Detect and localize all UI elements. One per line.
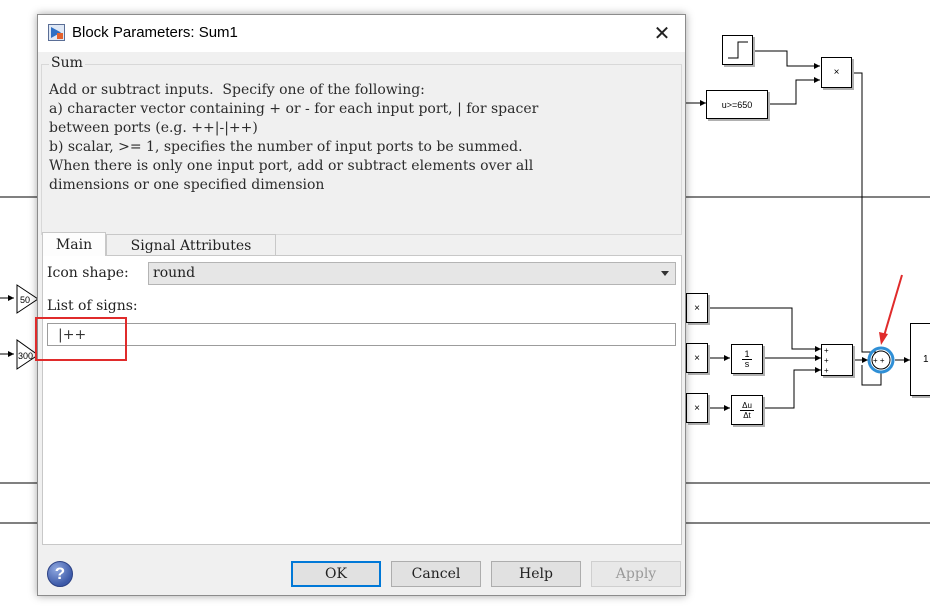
dialog-titlebar[interactable]: Block Parameters: Sum1 ✕ bbox=[38, 15, 685, 52]
sum-block[interactable]: + + + bbox=[821, 344, 853, 376]
sum-sign-3: + bbox=[824, 366, 829, 375]
integrator-numerator: 1 bbox=[742, 348, 752, 360]
derivative-block[interactable]: Δu Δt bbox=[731, 395, 763, 425]
integrator-denominator: s bbox=[744, 358, 750, 369]
gain-300-label: 300 bbox=[18, 351, 33, 361]
close-icon: ✕ bbox=[653, 22, 671, 45]
help-question-icon: ? bbox=[54, 564, 66, 583]
derivative-denominator: Δt bbox=[743, 410, 751, 420]
icon-shape-label: Icon shape: bbox=[47, 265, 129, 281]
help-icon-button[interactable]: ? bbox=[47, 561, 73, 587]
product-2-symbol: × bbox=[694, 352, 700, 364]
product-block-2[interactable]: × bbox=[686, 343, 708, 373]
tab-signal-attributes[interactable]: Signal Attributes bbox=[106, 234, 276, 256]
icon-shape-dropdown[interactable]: round bbox=[148, 262, 676, 285]
step-icon bbox=[727, 41, 748, 59]
dropdown-arrow-icon bbox=[661, 271, 669, 276]
partial-block-right[interactable]: 1 bbox=[910, 323, 930, 396]
block-type-label: Sum bbox=[49, 55, 85, 71]
product-block-1[interactable]: × bbox=[686, 293, 708, 323]
annotation-arrow bbox=[879, 274, 903, 345]
product-block-top[interactable]: × bbox=[821, 57, 852, 88]
main-tab-panel bbox=[42, 255, 682, 545]
list-of-signs-label: List of signs: bbox=[47, 298, 138, 314]
relational-operator-block[interactable]: u>=650 bbox=[706, 90, 768, 119]
product-top-symbol: × bbox=[833, 67, 840, 78]
integrator-block[interactable]: 1s bbox=[731, 344, 763, 374]
list-of-signs-input[interactable] bbox=[47, 323, 676, 346]
help-button[interactable]: Help bbox=[491, 561, 581, 587]
tab-main[interactable]: Main bbox=[42, 232, 106, 256]
apply-button[interactable]: Apply bbox=[591, 561, 681, 587]
product-block-3[interactable]: × bbox=[686, 393, 708, 423]
product-1-symbol: × bbox=[694, 302, 700, 314]
step-block[interactable] bbox=[722, 35, 753, 65]
dialog-title: Block Parameters: Sum1 bbox=[72, 24, 238, 41]
gain-50-label: 50 bbox=[20, 295, 30, 305]
ok-button[interactable]: OK bbox=[291, 561, 381, 587]
block-description: Add or subtract inputs. Specify one of t… bbox=[49, 82, 539, 193]
product-3-symbol: × bbox=[694, 402, 700, 414]
derivative-numerator: Δu bbox=[740, 400, 754, 411]
block-parameters-dialog: Block Parameters: Sum1 ✕ Sum Add or subt… bbox=[35, 14, 686, 596]
partial-block-label: 1 bbox=[923, 354, 929, 365]
simulink-block-icon bbox=[48, 24, 65, 41]
close-button[interactable]: ✕ bbox=[647, 21, 677, 45]
cancel-button[interactable]: Cancel bbox=[391, 561, 481, 587]
relational-operator-label: u>=650 bbox=[721, 99, 753, 110]
icon-shape-value: round bbox=[153, 265, 196, 281]
round-sum-signs: + + bbox=[873, 356, 885, 365]
